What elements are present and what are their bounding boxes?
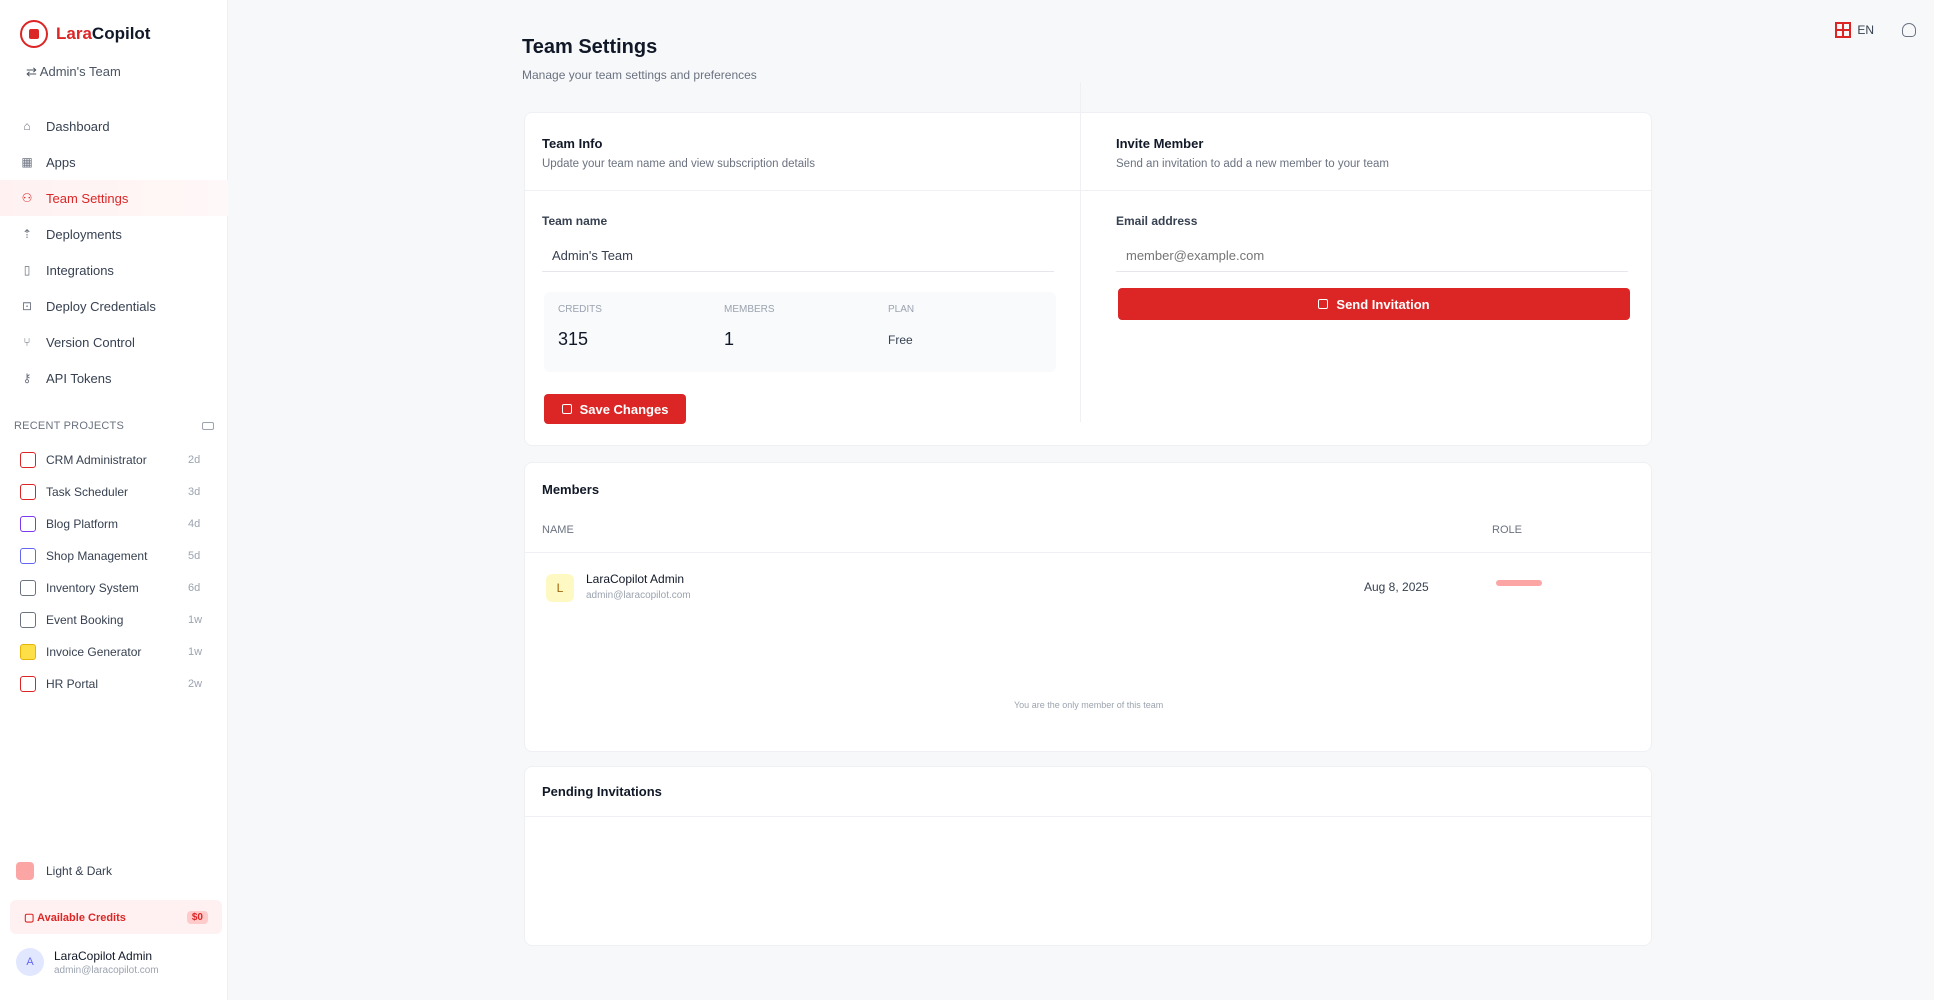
project-item[interactable]: HR Portal 2w (0, 668, 228, 700)
invite-email-field[interactable] (1116, 240, 1628, 272)
user-name: LaraCopilot Admin (54, 948, 153, 963)
key-icon: ⊡ (21, 299, 33, 313)
stat-plan: PLAN Free (888, 304, 915, 347)
projects-section-header: RECENT PROJECTS (14, 420, 214, 432)
nav-item-dashboard[interactable]: ⌂ Dashboard (0, 108, 228, 144)
pending-invitations-title: Pending Invitations (542, 784, 662, 799)
project-icon (20, 516, 36, 532)
credits-label: ▢ Available Credits (24, 911, 126, 924)
invite-member-title: Invite Member (1116, 136, 1204, 151)
project-item[interactable]: Event Booking 1w (0, 604, 228, 636)
grid-icon: ▦ (21, 155, 33, 169)
user-menu[interactable]: A LaraCopilot Admin admin@laracopilot.co… (16, 948, 159, 976)
home-icon: ⌂ (23, 119, 31, 133)
email-label: Email address (1116, 214, 1198, 228)
pending-divider (524, 816, 1652, 817)
nav-item-deployments[interactable]: ⇡ Deployments (0, 216, 228, 252)
stat-credits: CREDITS 315 (558, 304, 602, 349)
page-subtitle: Manage your team settings and preference… (522, 68, 757, 82)
project-icon (20, 484, 36, 500)
column-divider (1080, 82, 1081, 422)
members-title: Members (542, 482, 600, 497)
project-icon (20, 580, 36, 596)
branch-icon: ⑂ (23, 335, 31, 349)
team-switcher[interactable]: ⇄ Admin's Team (26, 64, 121, 80)
team-info-title: Team Info (542, 136, 603, 151)
member-email: admin@laracopilot.com (586, 590, 691, 601)
nav-item-deploy-credentials[interactable]: ⊡ Deploy Credentials (0, 288, 228, 324)
project-item[interactable]: Shop Management 5d (0, 540, 228, 572)
invite-member-desc: Send an invitation to add a new member t… (1116, 158, 1389, 170)
role-badge: Owner (1496, 580, 1542, 586)
stat-members: MEMBERS 1 (724, 304, 775, 349)
brand[interactable]: LaraCopilot (20, 20, 150, 48)
project-icon (20, 452, 36, 468)
save-icon (561, 404, 572, 414)
brand-name: LaraCopilot (56, 24, 151, 43)
team-name-label: Team name (542, 214, 608, 228)
nav-item-version-control[interactable]: ⑂ Version Control (0, 324, 228, 360)
credits-button[interactable]: ▢ Available Credits $0 (10, 900, 222, 934)
project-item[interactable]: Invoice Generator 1w (0, 636, 228, 668)
integration-icon: ▯ (23, 263, 31, 277)
member-name: LaraCopilot Admin (586, 572, 685, 586)
column-name: NAME (542, 524, 574, 536)
avatar: L (546, 574, 574, 602)
project-icon (20, 644, 36, 660)
deploy-icon: ⇡ (21, 227, 33, 241)
sidebar: LaraCopilot ⇄ Admin's Team ⌂ Dashboard ▦ A… (0, 0, 228, 1000)
project-item[interactable]: Task Scheduler 3d (0, 476, 228, 508)
project-item[interactable]: Inventory System 6d (0, 572, 228, 604)
section-divider (524, 190, 1652, 191)
avatar: A (16, 948, 44, 976)
notification-bell-icon[interactable] (1902, 23, 1916, 37)
nav-item-api-tokens[interactable]: ⚷ API Tokens (0, 360, 228, 396)
team-stats: CREDITS 315 MEMBERS 1 PLAN Free (544, 292, 1056, 372)
column-role: ROLE (1492, 524, 1522, 536)
flag-icon (1835, 22, 1852, 38)
table-header-divider (524, 552, 1652, 553)
team-switcher-label: Admin's Team (39, 64, 121, 79)
member-joined-date: Aug 8, 2025 (1364, 580, 1429, 594)
send-invitation-button[interactable]: Send Invitation (1118, 288, 1630, 320)
topbar-actions: EN (1835, 22, 1916, 38)
collapse-icon[interactable] (202, 422, 214, 430)
nav-item-integrations[interactable]: ▯ Integrations (0, 252, 228, 288)
page-title: Team Settings (522, 36, 658, 58)
team-info-desc: Update your team name and view subscript… (542, 158, 815, 170)
theme-icon (16, 862, 34, 880)
team-name-input[interactable] (542, 240, 1054, 272)
save-changes-button[interactable]: Save Changes (544, 394, 686, 424)
theme-toggle[interactable]: Light & Dark (16, 862, 112, 880)
brand-logo-icon (20, 20, 48, 48)
pending-invitations-card (524, 766, 1652, 946)
project-item[interactable]: CRM Administrator 2d (0, 444, 228, 476)
mail-icon (1318, 299, 1329, 309)
user-email: admin@laracopilot.com (54, 964, 159, 976)
nav-item-apps[interactable]: ▦ Apps (0, 144, 228, 180)
members-table-header: NAME ROLE (542, 524, 1638, 536)
project-icon (20, 548, 36, 564)
members-footnote: You are the only member of this team (1014, 700, 1164, 710)
project-icon (20, 676, 36, 692)
project-list: CRM Administrator 2d Task Scheduler 3d Blo… (0, 444, 228, 700)
team-icon: ⚇ (21, 191, 33, 205)
token-icon: ⚷ (22, 371, 32, 385)
credits-badge: $0 (186, 910, 208, 924)
main-nav: ⌂ Dashboard ▦ Apps ⚇ Team Settings ⇡ Deploym… (0, 108, 228, 396)
project-item[interactable]: Blog Platform 4d (0, 508, 228, 540)
nav-item-team-settings[interactable]: ⚇ Team Settings (0, 180, 228, 216)
project-icon (20, 612, 36, 628)
language-switcher[interactable]: EN (1835, 22, 1874, 38)
